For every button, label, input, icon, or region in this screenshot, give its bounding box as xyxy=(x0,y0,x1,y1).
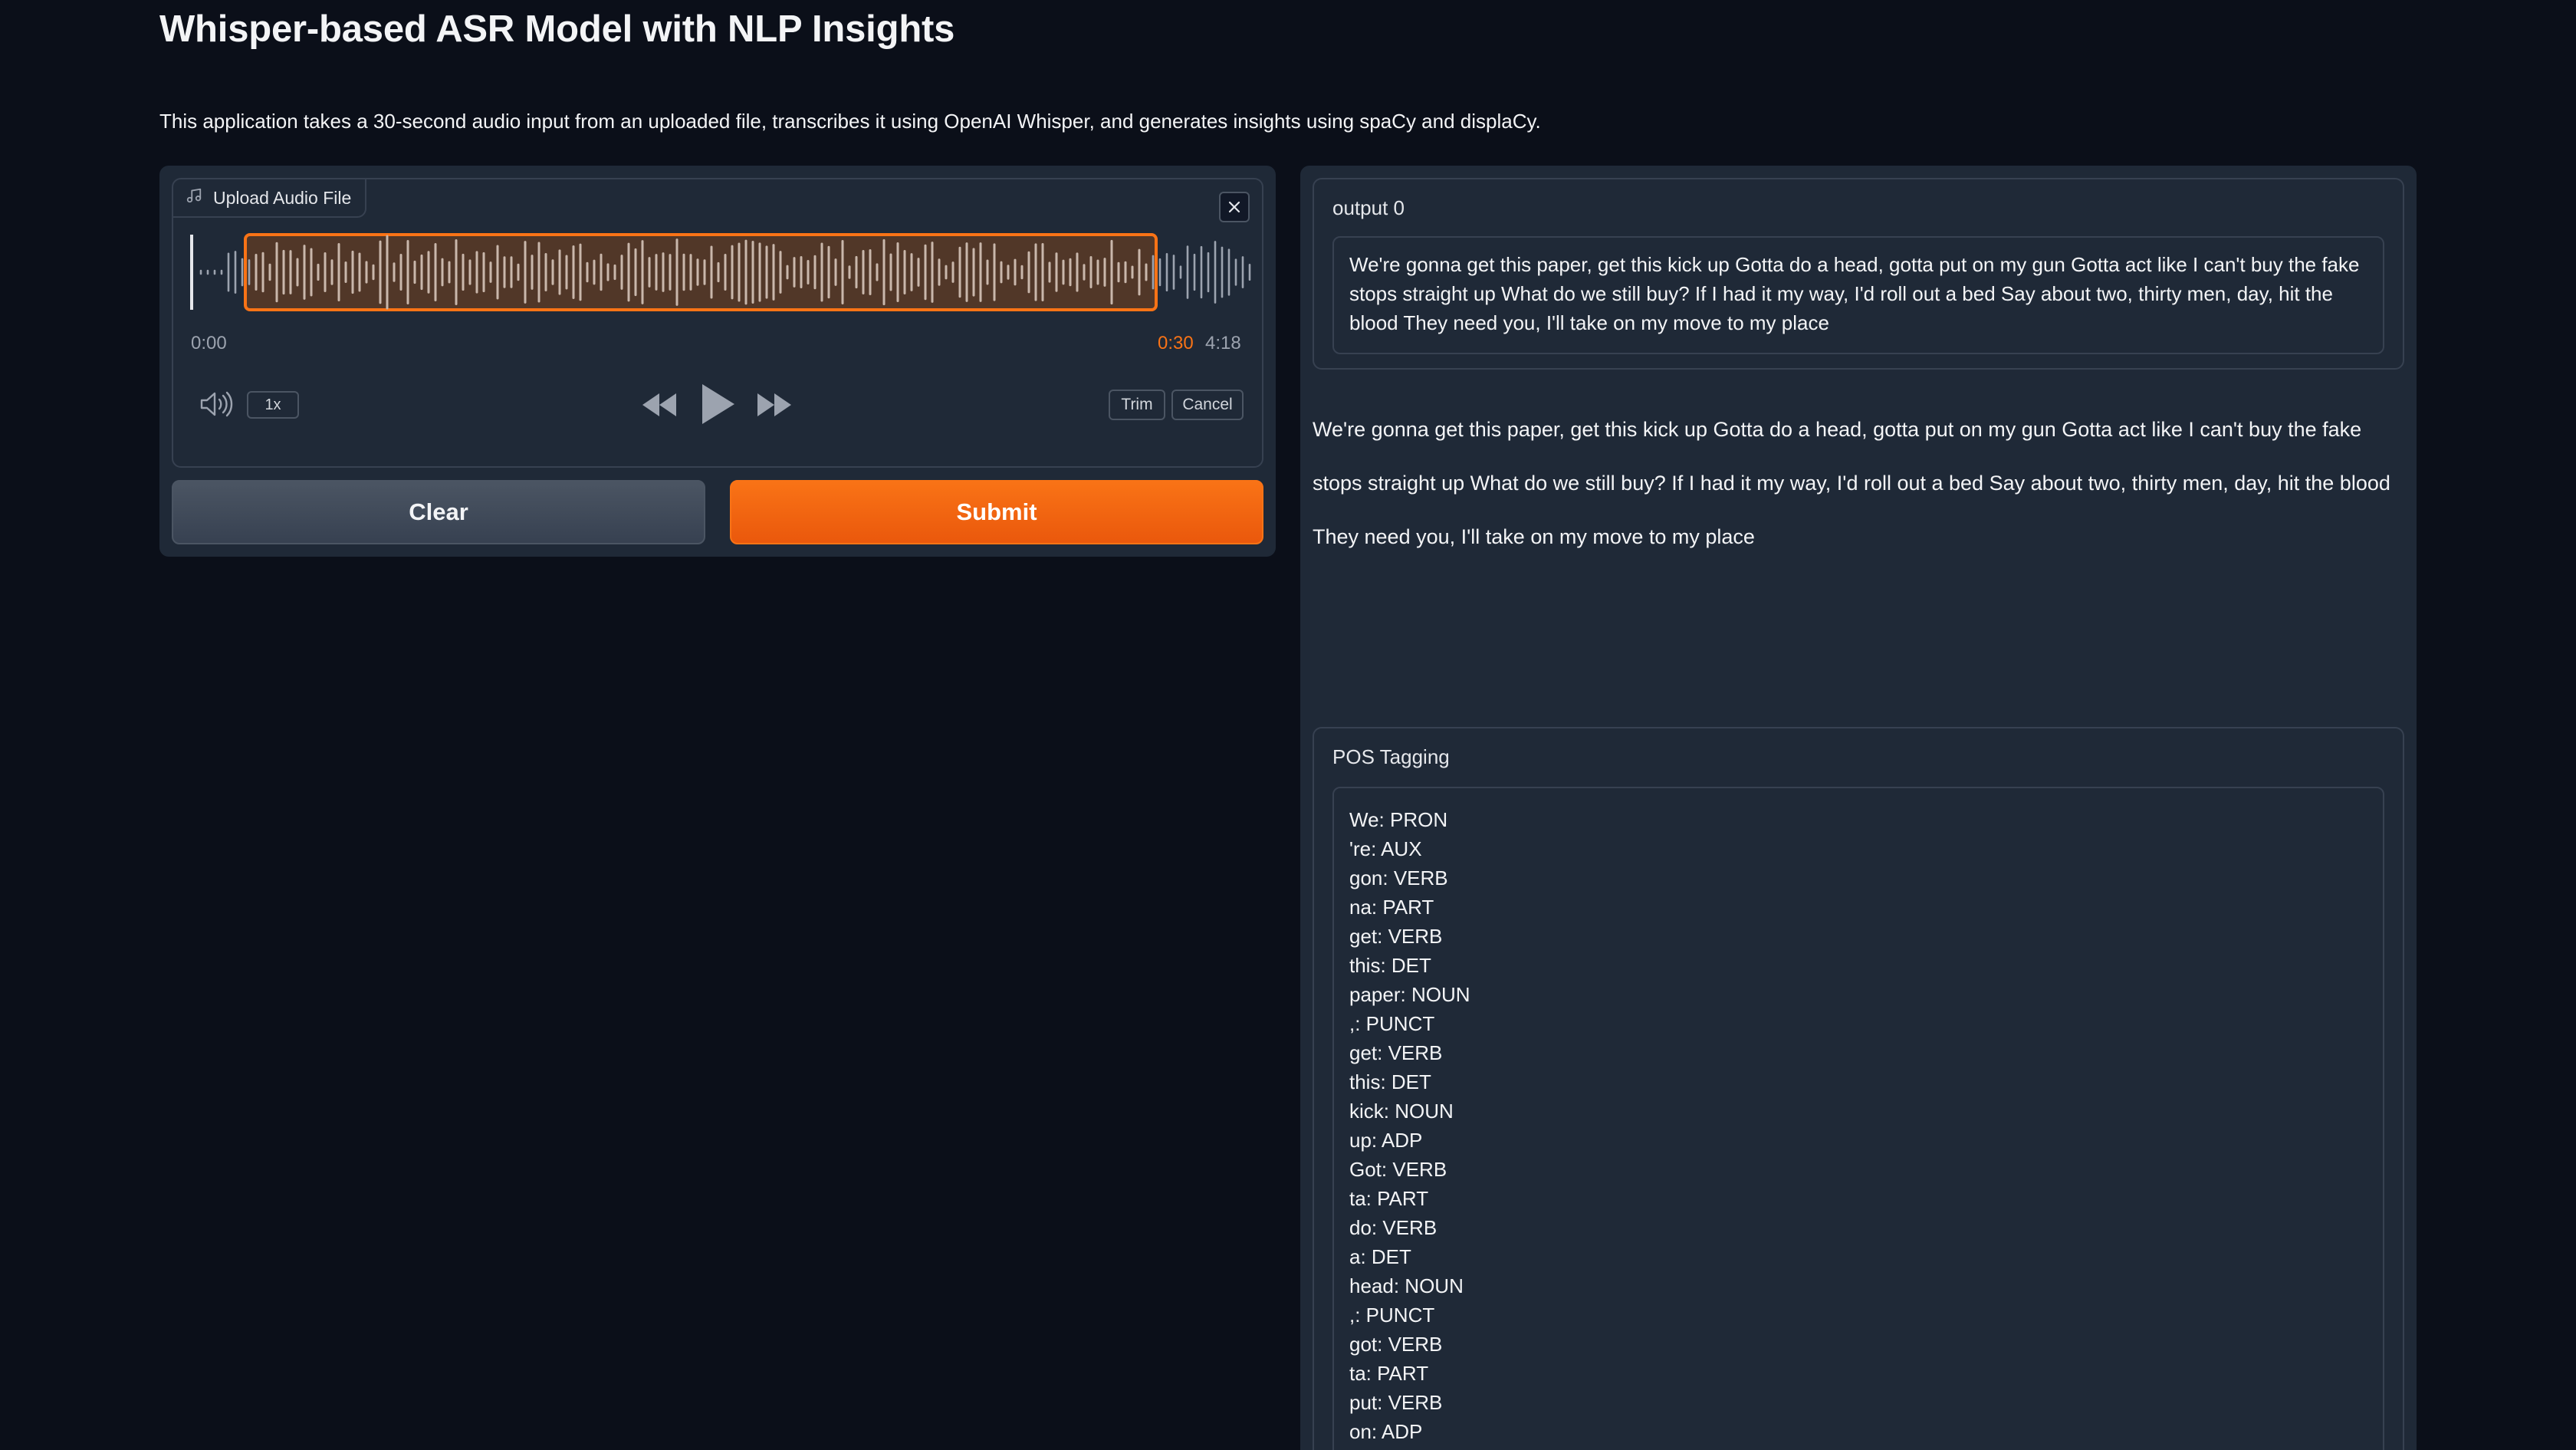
clear-audio-button[interactable] xyxy=(1219,192,1250,222)
time-selection-end: 0:30 xyxy=(1158,333,1194,353)
page-description: This application takes a 30-second audio… xyxy=(159,110,1541,133)
pos-tag-line: ,: PUNCT xyxy=(1349,1304,1435,1327)
playback-rate-button[interactable]: 1x xyxy=(247,391,299,419)
pos-tag-line: We: PRON xyxy=(1349,808,1448,831)
audio-label: Upload Audio File xyxy=(173,179,367,218)
app-root: Whisper-based ASR Model with NLP Insight… xyxy=(0,0,2576,1450)
pos-tag-line: got: VERB xyxy=(1349,1333,1443,1356)
time-start: 0:00 xyxy=(191,333,227,353)
music-note-icon xyxy=(186,187,202,209)
rewind-icon[interactable] xyxy=(641,390,678,419)
time-total: 4:18 xyxy=(1205,333,1241,353)
pos-tag-line: Got: VERB xyxy=(1349,1158,1447,1181)
pos-tag-line: a: DET xyxy=(1349,1245,1411,1268)
pos-tagging-textbox[interactable]: We: PRON 're: AUX gon: VERB na: PART get: VE… xyxy=(1332,787,2384,1450)
pos-tag-line: this: DET xyxy=(1349,954,1431,977)
submit-button[interactable]: Submit xyxy=(730,480,1263,544)
trim-button[interactable]: Trim xyxy=(1109,390,1165,420)
pos-tag-line: up: ADP xyxy=(1349,1129,1423,1152)
fast-forward-icon[interactable] xyxy=(756,390,793,419)
clear-button[interactable]: Clear xyxy=(172,480,705,544)
pos-tagging-label: POS Tagging xyxy=(1332,745,1450,768)
output0-textbox[interactable]: We're gonna get this paper, get this kic… xyxy=(1332,236,2384,354)
waveform[interactable] xyxy=(190,233,1257,311)
pos-tag-line: get: VERB xyxy=(1349,925,1443,948)
volume-icon[interactable] xyxy=(199,390,233,419)
pos-tag-line: put: VERB xyxy=(1349,1391,1443,1414)
trim-selection-region[interactable] xyxy=(244,233,1158,311)
play-icon[interactable] xyxy=(699,382,736,426)
pos-tag-line: 're: AUX xyxy=(1349,837,1422,860)
pos-tag-line: ,: PUNCT xyxy=(1349,1012,1435,1035)
pos-tag-line: gon: VERB xyxy=(1349,866,1448,889)
page-title: Whisper-based ASR Model with NLP Insight… xyxy=(159,8,955,50)
audio-label-text: Upload Audio File xyxy=(213,187,352,208)
pos-tag-line: on: ADP xyxy=(1349,1420,1423,1443)
pos-tag-line: do: VERB xyxy=(1349,1216,1438,1239)
output0-label: output 0 xyxy=(1332,196,1405,219)
html-output-text: We're gonna get this paper, get this kic… xyxy=(1313,418,2390,548)
pos-tag-line: paper: NOUN xyxy=(1349,983,1470,1006)
pos-tag-line: na: PART xyxy=(1349,896,1434,919)
close-icon xyxy=(1228,201,1240,213)
pos-tag-line: this: DET xyxy=(1349,1070,1431,1093)
cancel-button[interactable]: Cancel xyxy=(1171,390,1244,420)
pos-tag-line: ta: PART xyxy=(1349,1362,1429,1385)
pos-tag-line: get: VERB xyxy=(1349,1041,1443,1064)
pos-tag-line: ta: PART xyxy=(1349,1187,1429,1210)
pos-tag-line: kick: NOUN xyxy=(1349,1100,1454,1123)
pos-tag-line: head: NOUN xyxy=(1349,1274,1464,1297)
